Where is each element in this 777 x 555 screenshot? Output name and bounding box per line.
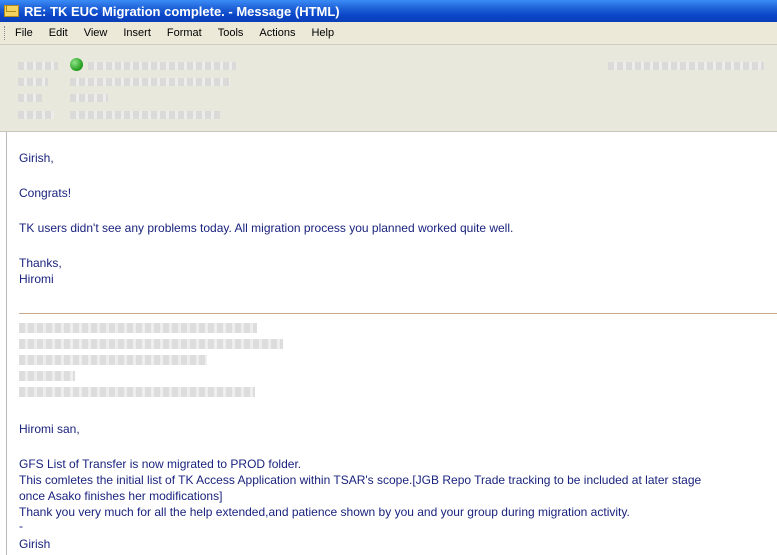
redacted-header-label	[18, 94, 42, 102]
redacted-quoted-header	[19, 371, 75, 381]
redacted-to-value	[70, 78, 230, 86]
redacted-quoted-header	[19, 323, 257, 333]
toolbar-grip-icon[interactable]	[4, 26, 8, 40]
menu-bar: File Edit View Insert Format Tools Actio…	[0, 22, 777, 45]
reply-line: TK users didn't see any problems today. …	[19, 221, 514, 235]
redacted-quoted-header	[19, 339, 283, 349]
menu-view[interactable]: View	[84, 27, 108, 39]
original-line: Thank you very much for all the help ext…	[19, 505, 630, 519]
redacted-sent-value	[608, 62, 764, 70]
original-line: This comletes the initial list of TK Acc…	[19, 473, 702, 487]
original-line: once Asako finishes her modifications]	[19, 489, 223, 503]
original-signature: Girish	[19, 537, 51, 551]
menu-help[interactable]: Help	[311, 27, 334, 39]
redacted-quoted-header	[19, 355, 207, 365]
menu-tools[interactable]: Tools	[218, 27, 244, 39]
redacted-header-label	[18, 78, 48, 86]
message-separator	[19, 313, 777, 314]
redacted-from-value	[88, 62, 236, 70]
message-header	[0, 45, 777, 132]
reply-signature: Hiromi	[19, 272, 54, 286]
reply-thanks: Thanks,	[19, 256, 62, 270]
original-dash: -	[19, 519, 23, 533]
menu-edit[interactable]: Edit	[49, 27, 68, 39]
redacted-header-label	[18, 111, 54, 119]
window-title: RE: TK EUC Migration complete. - Message…	[24, 3, 340, 19]
menu-actions[interactable]: Actions	[259, 27, 295, 39]
redacted-subject-value	[70, 111, 220, 119]
menu-format[interactable]: Format	[167, 27, 202, 39]
redacted-quoted-header	[19, 387, 255, 397]
original-line: GFS List of Transfer is now migrated to …	[19, 457, 302, 471]
reply-greeting: Girish,	[19, 151, 54, 165]
menu-insert[interactable]: Insert	[123, 27, 151, 39]
menu-file[interactable]: File	[15, 27, 33, 39]
title-bar: RE: TK EUC Migration complete. - Message…	[0, 0, 777, 22]
redacted-header-label	[18, 62, 58, 70]
envelope-icon	[4, 5, 19, 17]
reply-congrats: Congrats!	[19, 186, 72, 200]
message-body[interactable]: Girish, Congrats! TK users didn't see an…	[6, 132, 777, 555]
redacted-cc-value	[70, 94, 108, 102]
presence-status-icon	[70, 58, 83, 71]
original-greeting: Hiromi san,	[19, 422, 80, 436]
